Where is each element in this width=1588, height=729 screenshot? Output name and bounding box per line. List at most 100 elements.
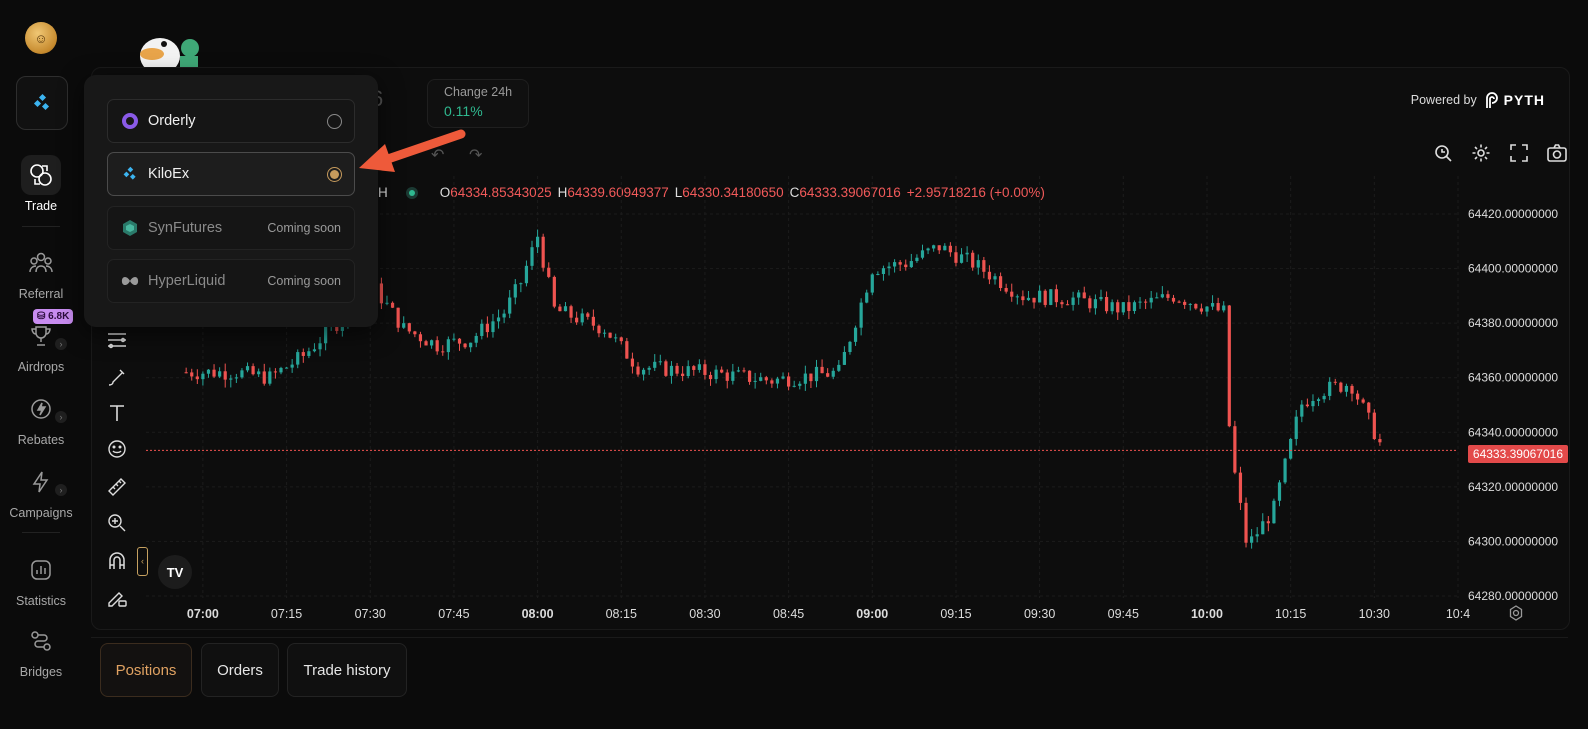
- search-zoom-icon[interactable]: [1432, 142, 1454, 164]
- candle-body: [563, 306, 568, 312]
- candle-body: [1015, 296, 1019, 298]
- candle-body: [284, 367, 289, 369]
- candle-body: [1104, 296, 1109, 312]
- candle-body: [201, 373, 205, 380]
- candle-body: [1093, 299, 1098, 309]
- candle-body: [1082, 292, 1086, 299]
- x-tick-label: 09:00: [856, 607, 888, 621]
- sidebar-item-label: Campaigns: [9, 506, 73, 520]
- candle-body: [881, 268, 886, 275]
- ruler-icon[interactable]: [104, 474, 130, 500]
- candle-body: [1339, 382, 1343, 392]
- time-axis-settings-icon[interactable]: [1508, 605, 1524, 621]
- lock-draw-icon[interactable]: [104, 584, 130, 610]
- powered-by: Powered by PYTH: [1411, 92, 1545, 108]
- candle-body: [379, 283, 384, 304]
- fib-lines-icon[interactable]: [104, 328, 130, 354]
- candle-body: [920, 250, 925, 258]
- sidebar-item-bridges[interactable]: Bridges: [0, 621, 82, 679]
- candle-body: [1049, 289, 1053, 305]
- last-price-tag: 64333.39067016: [1467, 445, 1568, 463]
- zoom-in-icon[interactable]: [104, 510, 130, 536]
- tab-trade-history[interactable]: Trade history: [287, 643, 407, 697]
- candle-body: [1121, 302, 1125, 313]
- candle-body: [787, 376, 791, 387]
- candle-body: [614, 337, 618, 339]
- candle-body: [485, 323, 489, 333]
- exchange-option-orderly[interactable]: Orderly: [107, 99, 355, 143]
- camera-icon[interactable]: [1546, 142, 1568, 164]
- candle-body: [943, 245, 947, 251]
- candle-body: [865, 292, 869, 303]
- candle-body: [513, 284, 517, 298]
- candle-body: [547, 267, 551, 277]
- candle-body: [904, 264, 908, 268]
- x-axis: 07:00 07:15 07:30 07:45 08:00 08:15 08:30 08:45…: [187, 607, 1470, 621]
- candle-body: [720, 369, 724, 373]
- candle-body: [937, 245, 941, 251]
- candle-body: [324, 326, 328, 344]
- candle-body: [725, 372, 729, 381]
- trophy-icon: ›: [21, 316, 67, 356]
- lightning-icon: ›: [21, 389, 67, 429]
- candle-body: [976, 260, 980, 268]
- candle-body: [184, 372, 188, 374]
- candle-body: [764, 377, 768, 381]
- coming-soon-label: Coming soon: [267, 221, 341, 235]
- sidebar-item-statistics[interactable]: Statistics: [0, 550, 82, 608]
- chain-selector-button[interactable]: [16, 76, 68, 130]
- settings-gear-icon[interactable]: [1470, 142, 1492, 164]
- tab-orders[interactable]: Orders: [201, 643, 279, 697]
- candle-body: [848, 341, 852, 353]
- candle-body: [569, 306, 573, 318]
- candle-body: [770, 380, 774, 384]
- sidebar-item-campaigns[interactable]: › Campaigns: [0, 462, 82, 520]
- radio-button-selected[interactable]: [327, 166, 342, 182]
- candle-body: [502, 313, 506, 318]
- synfutures-icon: [121, 219, 139, 237]
- y-tick-label: 64340.00000000: [1468, 425, 1558, 439]
- candle-body: [591, 316, 595, 326]
- candle-body: [491, 321, 495, 333]
- chevron-right-icon: ›: [55, 338, 67, 350]
- exchange-option-kiloex[interactable]: KiloEx: [107, 152, 355, 196]
- candle-body: [909, 261, 913, 268]
- candle-body: [1361, 399, 1365, 403]
- text-tool-icon[interactable]: [104, 400, 130, 426]
- candle-body: [1065, 304, 1070, 306]
- candle-body: [1171, 297, 1176, 302]
- candle-body: [742, 370, 746, 372]
- candle-body: [1160, 294, 1164, 298]
- candle-body: [803, 373, 807, 384]
- candle-body: [736, 370, 741, 372]
- sidebar-item-label: Bridges: [19, 665, 63, 679]
- candle-body: [407, 323, 411, 332]
- candle-body: [234, 377, 238, 379]
- redo-icon[interactable]: ↷: [469, 145, 482, 165]
- radio-button[interactable]: [327, 113, 342, 129]
- magnet-icon[interactable]: [104, 548, 130, 574]
- app-logo[interactable]: ☺: [25, 22, 57, 54]
- candle-body: [1138, 301, 1142, 303]
- candle-body: [948, 245, 952, 253]
- tab-positions[interactable]: Positions: [100, 643, 192, 697]
- sidebar-item-airdrops[interactable]: › Airdrops: [0, 316, 82, 374]
- candle-body: [1372, 412, 1376, 440]
- kiloex-icon: [121, 165, 139, 183]
- chevron-right-icon: ›: [55, 484, 67, 496]
- brush-icon[interactable]: [104, 364, 130, 390]
- candle-body: [1367, 402, 1371, 413]
- candle-body: [664, 361, 668, 376]
- candle-body: [859, 302, 863, 328]
- sidebar-item-label: Trade: [24, 199, 58, 213]
- candle-body: [781, 376, 785, 379]
- sidebar-item-trade[interactable]: Trade: [0, 155, 82, 213]
- y-tick-label: 64420.00000000: [1468, 207, 1558, 221]
- sidebar-item-rebates[interactable]: › Rebates: [0, 389, 82, 447]
- candle-body: [1266, 521, 1270, 524]
- x-tick-label: 07:45: [438, 607, 469, 621]
- candle-body: [1060, 302, 1064, 305]
- sidebar-item-referral[interactable]: Referral: [0, 243, 82, 301]
- fullscreen-icon[interactable]: [1508, 142, 1530, 164]
- emoji-icon[interactable]: [104, 436, 130, 462]
